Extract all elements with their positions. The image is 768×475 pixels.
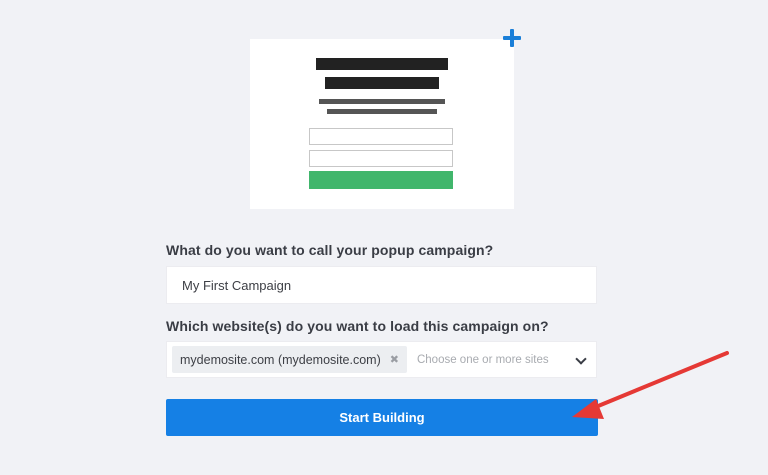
preview-headline-bar <box>325 77 439 89</box>
start-building-button[interactable]: Start Building <box>166 399 598 436</box>
annotation-arrow-icon <box>572 351 729 419</box>
remove-tag-icon[interactable]: ✖ <box>390 353 399 366</box>
campaign-name-value: My First Campaign <box>182 277 292 293</box>
preview-text-bar <box>327 109 437 114</box>
website-label: Which website(s) do you want to load thi… <box>166 318 549 334</box>
campaign-name-label: What do you want to call your popup camp… <box>166 242 494 258</box>
preview-headline-bar <box>316 58 448 70</box>
campaign-name-input[interactable]: My First Campaign <box>166 266 597 304</box>
preview-button <box>309 171 453 189</box>
selected-site-tag: mydemosite.com (mydemosite.com) ✖ <box>172 346 407 373</box>
preview-input <box>309 128 453 145</box>
preview-text-bar <box>319 99 445 104</box>
website-select[interactable]: mydemosite.com (mydemosite.com) ✖ Choose… <box>166 341 597 378</box>
selected-site-label: mydemosite.com (mydemosite.com) <box>180 352 381 367</box>
plus-icon[interactable] <box>502 28 522 48</box>
preview-input <box>309 150 453 167</box>
popup-template-preview[interactable] <box>250 39 514 209</box>
site-select-placeholder[interactable]: Choose one or more sites <box>417 354 549 366</box>
